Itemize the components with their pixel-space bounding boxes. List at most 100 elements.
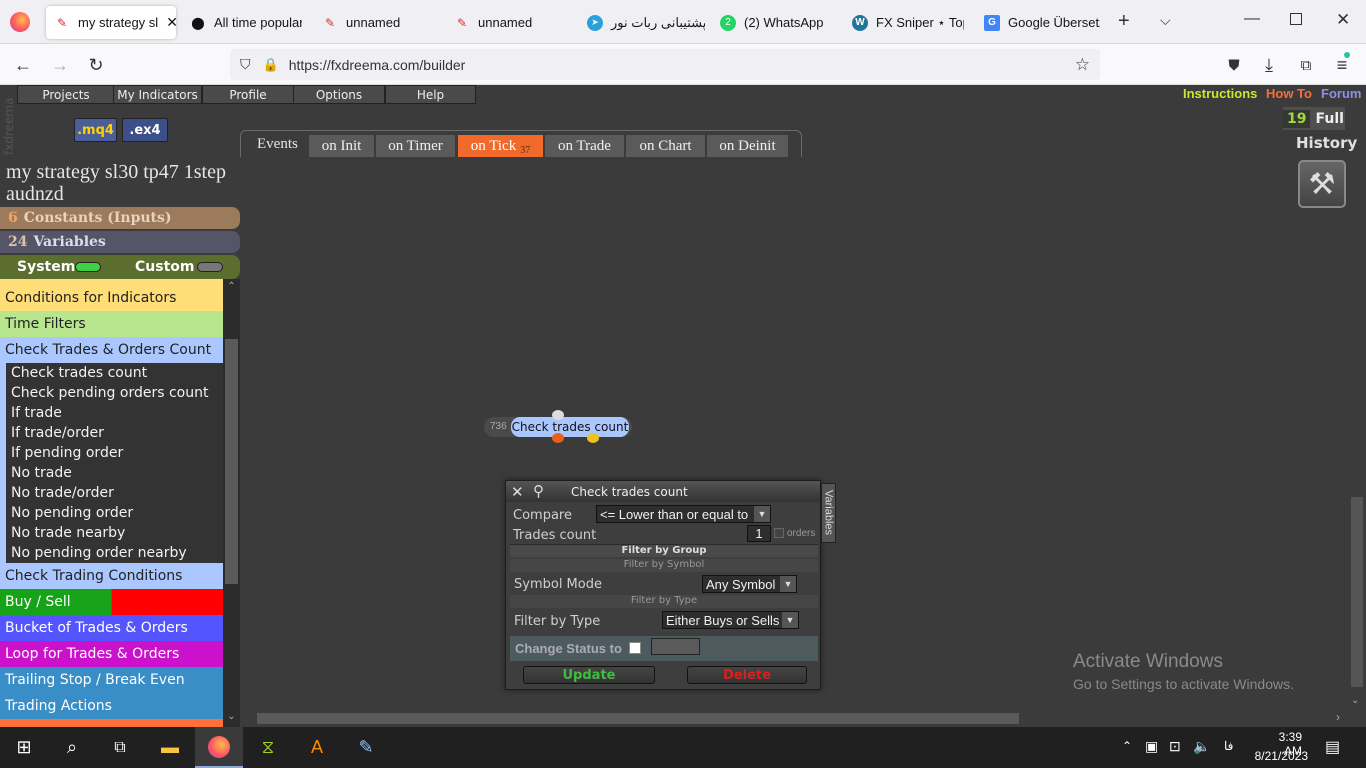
tab-on-chart[interactable]: on Chart bbox=[626, 135, 706, 157]
tab-on-timer[interactable]: on Timer bbox=[376, 135, 456, 157]
file-explorer-icon[interactable]: ▬ bbox=[146, 727, 194, 768]
block-no-trade[interactable]: No trade bbox=[6, 463, 223, 483]
close-tab-icon[interactable]: ✕ bbox=[166, 14, 176, 31]
clock-date[interactable]: 8/21/2023 bbox=[1252, 749, 1308, 763]
category-bucket-of-trades-orders[interactable]: Bucket of Trades & Orders bbox=[0, 615, 223, 641]
bookmark-star-icon[interactable]: ☆ bbox=[1075, 55, 1090, 75]
category-time-filters[interactable]: Time Filters bbox=[0, 311, 223, 337]
forum-link[interactable]: Forum bbox=[1321, 86, 1361, 101]
update-button[interactable]: Update bbox=[523, 666, 655, 684]
category-check-trades-orders-count[interactable]: Check Trades & Orders Count bbox=[0, 337, 223, 363]
tab-telegram[interactable]: ➤ پشتیبانی ربات نور bbox=[587, 6, 705, 39]
block-no-pending-order[interactable]: No pending order bbox=[6, 503, 223, 523]
tab-google-translate[interactable]: G Google Übersetze bbox=[984, 6, 1100, 39]
tab-all-time-popular[interactable]: ⬤ All time popular t bbox=[190, 6, 302, 39]
custom-toggle[interactable] bbox=[197, 262, 223, 272]
delete-button[interactable]: Delete bbox=[687, 666, 807, 684]
firefox-taskbar-icon[interactable] bbox=[195, 727, 243, 768]
instructions-link[interactable]: Instructions bbox=[1183, 86, 1257, 101]
menu-my-indicators[interactable]: My Indicators bbox=[113, 85, 202, 104]
tab-on-tick[interactable]: on Tick 37 bbox=[458, 135, 544, 157]
dialog-close-icon[interactable]: ✕ bbox=[511, 483, 524, 501]
category-trading-actions[interactable]: Trading Actions bbox=[0, 693, 223, 719]
language-indicator[interactable]: فا bbox=[1224, 739, 1233, 753]
canvas-block-check-trades-count[interactable]: 736 Check trades count bbox=[484, 410, 632, 443]
symbol-mode-select[interactable]: Any Symbol ▼ bbox=[702, 575, 797, 593]
system-toggle[interactable] bbox=[75, 262, 101, 272]
orders-checkbox[interactable] bbox=[774, 528, 784, 538]
block-no-trade-order[interactable]: No trade/order bbox=[6, 483, 223, 503]
tab-my-strategy[interactable]: ✎ my strategy sl ✕ bbox=[46, 6, 176, 39]
network-icon[interactable]: ⊡ bbox=[1169, 738, 1181, 755]
history-widget[interactable]: 19 Full bbox=[1283, 107, 1345, 130]
notifications-icon[interactable]: ▤ bbox=[1325, 737, 1340, 757]
block-no-trade-nearby[interactable]: No trade nearby bbox=[6, 523, 223, 543]
block-if-trade-order[interactable]: If trade/order bbox=[6, 423, 223, 443]
tab-on-deinit[interactable]: on Deinit bbox=[707, 135, 789, 157]
history-label[interactable]: History bbox=[1296, 134, 1357, 152]
minimize-window-icon[interactable]: — bbox=[1244, 10, 1260, 28]
dialog-pin-icon[interactable]: ⚲ bbox=[533, 482, 544, 500]
block-if-pending-order[interactable]: If pending order bbox=[6, 443, 223, 463]
trading-app-icon[interactable]: ⧖ bbox=[244, 727, 292, 768]
scroll-right-icon[interactable]: › bbox=[1336, 710, 1340, 724]
how-to-link[interactable]: How To bbox=[1266, 86, 1312, 101]
lock-icon[interactable]: 🔒 bbox=[263, 57, 279, 73]
menu-options[interactable]: Options bbox=[293, 85, 385, 104]
variables-side-tab[interactable]: Variables bbox=[821, 483, 836, 543]
category-check-trading-conditions[interactable]: Check Trading Conditions bbox=[0, 563, 223, 589]
compare-select[interactable]: <= Lower than or equal to ▼ bbox=[596, 505, 771, 523]
canvas-horizontal-scrollbar[interactable]: › bbox=[240, 710, 1348, 727]
back-arrow-icon[interactable]: ← bbox=[10, 52, 36, 78]
menu-profile[interactable]: Profile bbox=[202, 85, 294, 104]
tools-wrench-icon[interactable]: ⚒ bbox=[1298, 160, 1346, 208]
block-output-orange-connector[interactable] bbox=[552, 433, 564, 443]
volume-icon[interactable]: 🔈 bbox=[1193, 738, 1210, 755]
sidebar-scrollbar[interactable]: ⌃ ⌄ bbox=[223, 279, 240, 727]
change-status-value[interactable] bbox=[651, 638, 700, 655]
category-buy-sell[interactable]: Buy / Sell bbox=[0, 589, 223, 615]
category-loop-for-trades-orders[interactable]: Loop for Trades & Orders bbox=[0, 641, 223, 667]
canvas-vertical-scrollbar[interactable]: ⌄ bbox=[1348, 157, 1366, 709]
block-check-trades-count[interactable]: Check trades count bbox=[6, 363, 223, 383]
forward-arrow-icon[interactable]: → bbox=[47, 52, 73, 78]
strategy-title[interactable]: my strategy sl30 tp47 1step audnzd bbox=[6, 161, 238, 205]
firefox-menu-icon[interactable] bbox=[10, 12, 30, 32]
url-text[interactable]: https://fxdreema.com/builder bbox=[289, 57, 466, 73]
tab-fx-sniper[interactable]: W FX Sniper ⋆ Top M bbox=[852, 6, 964, 39]
block-output-yellow-connector[interactable] bbox=[587, 433, 599, 443]
menu-help[interactable]: Help bbox=[385, 85, 476, 104]
change-status-checkbox[interactable] bbox=[629, 642, 641, 654]
tab-on-init[interactable]: on Init bbox=[309, 135, 375, 157]
filter-by-type-select[interactable]: Either Buys or Sells ▼ bbox=[662, 611, 799, 629]
pocket-icon[interactable]: ⛊ bbox=[1221, 52, 1247, 78]
block-if-trade[interactable]: If trade bbox=[6, 403, 223, 423]
category-conditions-for-indicators[interactable]: Conditions for Indicators bbox=[0, 285, 223, 311]
tray-chevron-icon[interactable]: ⌃ bbox=[1122, 739, 1132, 753]
new-tab-icon[interactable]: + bbox=[1118, 10, 1130, 33]
block-check-pending-orders-count[interactable]: Check pending orders count bbox=[6, 383, 223, 403]
windows-start-icon[interactable]: ⊞ bbox=[0, 727, 48, 768]
block-input-connector[interactable] bbox=[552, 410, 564, 420]
adobe-acrobat-icon[interactable]: A bbox=[293, 727, 341, 768]
url-bar[interactable]: ⛉ 🔒 https://fxdreema.com/builder ☆ bbox=[230, 49, 1100, 80]
tab-on-trade[interactable]: on Trade bbox=[545, 135, 625, 157]
variables-bar[interactable]: 24 Variables bbox=[0, 231, 240, 253]
tab-unnamed-2[interactable]: ✎ unnamed bbox=[454, 6, 564, 39]
scroll-down-icon[interactable]: ⌄ bbox=[1351, 695, 1359, 706]
hamburger-menu-icon[interactable]: ≡ bbox=[1329, 52, 1355, 78]
tab-whatsapp[interactable]: 2 (2) WhatsApp bbox=[720, 6, 838, 39]
category-trailing-stop-break-even[interactable]: Trailing Stop / Break Even bbox=[0, 667, 223, 693]
extensions-icon[interactable]: ⧉ bbox=[1293, 52, 1319, 78]
block-no-pending-order-nearby[interactable]: No pending order nearby bbox=[6, 543, 223, 563]
downloads-icon[interactable]: ⤓ bbox=[1256, 52, 1282, 78]
menu-projects[interactable]: Projects bbox=[17, 85, 115, 104]
tab-unnamed-1[interactable]: ✎ unnamed bbox=[322, 6, 432, 39]
canvas-vertical-thumb[interactable] bbox=[1351, 497, 1363, 687]
restore-window-icon[interactable] bbox=[1290, 13, 1302, 25]
paint-app-icon[interactable]: ✎ bbox=[342, 727, 390, 768]
scroll-down-icon[interactable]: ⌄ bbox=[225, 711, 238, 722]
canvas-horizontal-thumb[interactable] bbox=[257, 713, 1019, 724]
task-view-icon[interactable]: ⧉ bbox=[96, 727, 144, 768]
sidebar-scroll-thumb[interactable] bbox=[225, 339, 238, 584]
